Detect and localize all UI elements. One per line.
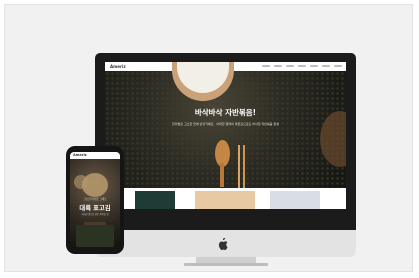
- phone-title: 대륙 표고김: [79, 205, 111, 212]
- nav-item[interactable]: [286, 65, 294, 67]
- desktop-screen: Ameriz 바삭바삭 자반볶음! 한다발로 고소한 맛에 반할거예요 · 어떠…: [105, 62, 346, 209]
- nav-item[interactable]: [310, 65, 318, 67]
- chopstick-image: [243, 145, 245, 189]
- imac-device: Ameriz 바삭바삭 자반볶음! 한다발로 고소한 맛에 반할거예요 · 어떠…: [95, 53, 356, 230]
- phone-logo[interactable]: Ameriz: [73, 153, 87, 157]
- phone-header: Ameriz: [70, 152, 120, 159]
- chopstick-image: [238, 145, 240, 189]
- nav-item[interactable]: [262, 65, 270, 67]
- site-nav: [262, 65, 342, 67]
- seaweed-image: [76, 225, 114, 247]
- hero-subtitle: 한다발로 고소한 맛에 반할거예요 · 어떠한 형태의 마른김으로도 바삭한 자…: [171, 122, 280, 126]
- nav-item[interactable]: [334, 65, 342, 67]
- hero-title: 바삭바삭 자반볶음!: [194, 108, 257, 117]
- phone-subtitle: 고소한 바삭함 그대로: [83, 198, 107, 201]
- product-thumb[interactable]: [270, 191, 320, 209]
- imac-chin: [95, 230, 356, 257]
- apple-logo-icon: [218, 237, 228, 252]
- imac-base: [184, 263, 268, 266]
- site-logo[interactable]: Ameriz: [110, 64, 126, 69]
- phone-body-text: 국내산 원초로 만든 바삭한 김: [81, 213, 109, 216]
- product-thumb[interactable]: [195, 191, 255, 209]
- hero-banner: 바삭바삭 자반볶음! 한다발로 고소한 맛에 반할거예요 · 어떠한 형태의 마…: [105, 62, 346, 189]
- product-thumbnails: [105, 188, 346, 209]
- phone-device: Ameriz 고소한 바삭함 그대로 대륙 표고김 국내산 원초로 만든 바삭한…: [66, 146, 124, 254]
- phone-screen: Ameriz 고소한 바삭함 그대로 대륙 표고김 국내산 원초로 만든 바삭한…: [70, 152, 120, 248]
- nav-item[interactable]: [298, 65, 306, 67]
- spoon-handle-image: [220, 163, 224, 187]
- mushroom-image: [82, 173, 108, 197]
- phone-hero-image: 고소한 바삭함 그대로 대륙 표고김 국내산 원초로 만든 바삭한 김: [70, 159, 120, 248]
- nav-item[interactable]: [274, 65, 282, 67]
- product-thumb[interactable]: [135, 191, 175, 209]
- nav-item[interactable]: [322, 65, 330, 67]
